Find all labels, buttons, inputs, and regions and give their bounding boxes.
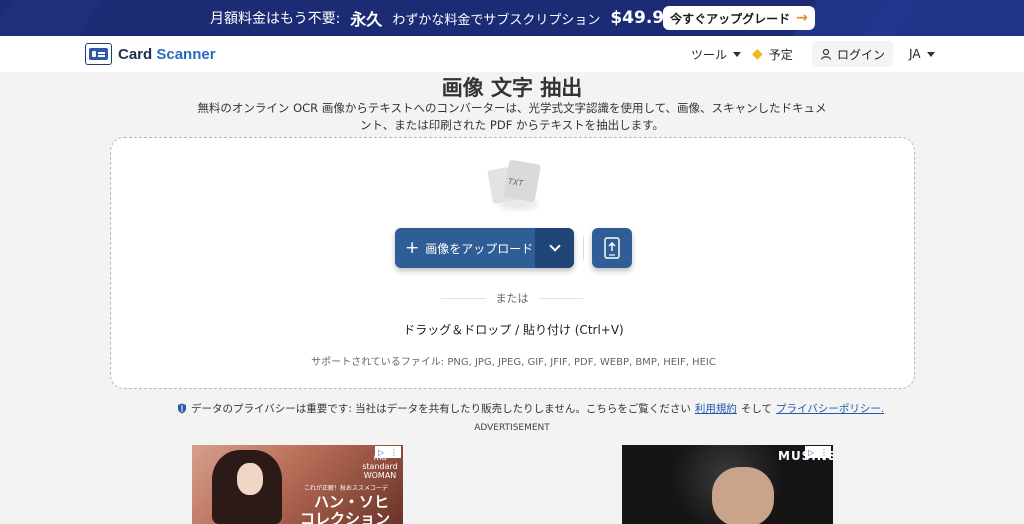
login-button[interactable]: ログイン (812, 41, 894, 67)
or-separator: または (441, 291, 583, 305)
page-description: 無料のオンライン OCR 画像からテキストへのコンバーターは、光学式文字認識を使… (197, 101, 827, 132)
banner-decoration (0, 0, 103, 36)
page-title: 画像 文字 抽出 (441, 76, 583, 100)
privacy-policy-link[interactable]: プライバシーポリシー. (776, 401, 884, 416)
id-card-icon (85, 43, 112, 65)
pricing-label: 予定 (768, 47, 793, 62)
advertisement-label: ADVERTISEMENT (474, 423, 550, 433)
promo-message: 月額料金はもう不要: 永久 わずかな料金でサブスクリプション $49.99! (210, 0, 684, 36)
file-illustration-label: TXT (507, 176, 524, 189)
ad-banner-left[interactable]: mu standard WOMAN これが正解！秋おススメコーデ ハン・ソヒ コ… (192, 445, 403, 524)
upload-dropzone[interactable]: TXT + 画像をアップロード または ドラッグ＆ドロップ / 貼り付け (Ct… (110, 137, 915, 389)
ad-model (712, 467, 774, 524)
logo-text: Card Scanner (118, 46, 216, 63)
upgrade-button[interactable]: 今すぐアップグレード → (663, 6, 815, 30)
promo-subtext: わずかな料金でサブスクリプション (392, 12, 601, 28)
upload-image-button[interactable]: + 画像をアップロード (395, 228, 574, 268)
mobile-upload-button[interactable] (592, 228, 632, 268)
file-illustration: TXT (486, 158, 546, 213)
tools-menu[interactable]: ツール (691, 36, 742, 72)
upgrade-button-label: 今すぐアップグレード (670, 11, 791, 26)
caret-down-icon (926, 51, 935, 57)
language-selector[interactable]: JA (909, 36, 935, 72)
tools-label: ツール (691, 47, 728, 62)
privacy-text: データのプライバシーは重要です: 当社はデータを共有したり販売したりしません。こ… (191, 402, 691, 415)
drag-drop-hint: ドラッグ＆ドロップ / 貼り付け (Ctrl+V) (403, 323, 624, 337)
ad-model-face (237, 463, 263, 495)
pricing-link[interactable]: ◆ 予定 (752, 36, 793, 72)
upload-image-main[interactable]: + 画像をアップロード (395, 228, 535, 268)
terms-link[interactable]: 利用規約 (695, 401, 737, 416)
logo[interactable]: Card Scanner (85, 43, 216, 65)
diamond-icon: ◆ (752, 46, 763, 62)
privacy-and: そして (740, 402, 773, 415)
adchoices-icon[interactable]: ▷ ⋮ (375, 446, 401, 458)
user-icon (820, 48, 832, 60)
logo-text-part1: Card (118, 45, 153, 63)
supported-formats: サポートされているファイル: PNG, JPG, JPEG, GIF, JFIF… (311, 357, 716, 368)
language-label: JA (909, 47, 921, 61)
divider (583, 236, 584, 260)
ad-headline-2: コレクション (300, 510, 391, 524)
logo-text-part2: Scanner (156, 45, 216, 63)
arrow-right-icon: → (796, 10, 808, 26)
ad-banner-right[interactable]: MUSINSA ▷⋮ (622, 445, 833, 524)
promo-eternal: 永久 (350, 10, 383, 29)
promo-banner: 月額料金はもう不要: 永久 わずかな料金でサブスクリプション $49.99! 今… (0, 0, 1024, 36)
chevron-down-icon (548, 240, 561, 252)
or-label: または (495, 292, 529, 305)
privacy-notice: データのプライバシーは重要です: 当社はデータを共有したり販売したりしません。こ… (177, 401, 884, 415)
upload-options-dropdown[interactable] (535, 228, 574, 268)
phone-upload-icon (604, 237, 620, 259)
adchoices-icon[interactable]: ▷ ⋮ (805, 446, 831, 458)
top-nav: Card Scanner ツール ◆ 予定 ログイン JA (0, 36, 1024, 72)
upload-image-label: 画像をアップロード (425, 241, 534, 256)
shield-icon (178, 403, 186, 413)
promo-text: 月額料金はもう不要: (210, 11, 341, 27)
plus-icon: + (405, 237, 420, 258)
login-label: ログイン (837, 47, 886, 62)
caret-down-icon (733, 51, 742, 57)
